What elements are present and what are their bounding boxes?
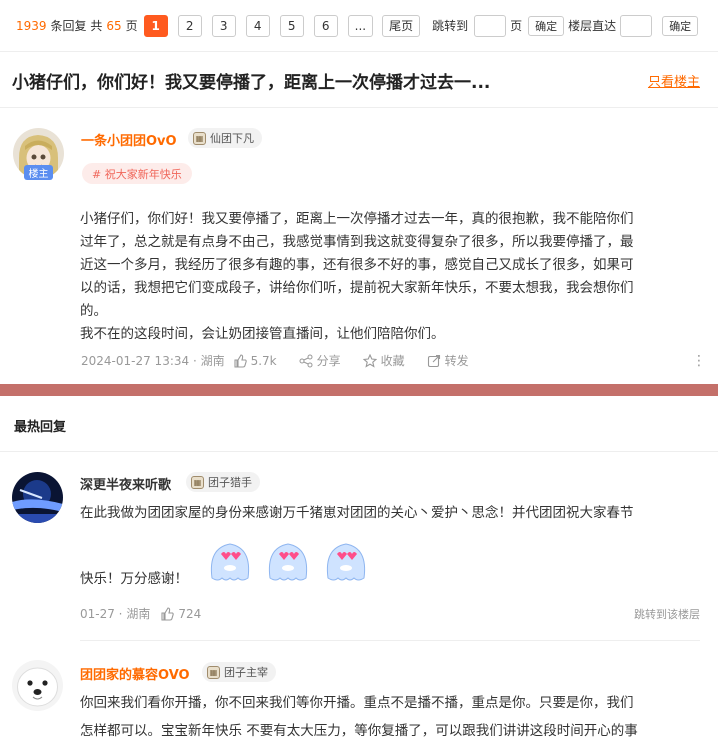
thread-header: 小猪仔们，你们好！我又要停播了，距离上一次停播才过去一... 只看楼主: [0, 52, 718, 108]
page-4-button[interactable]: 4: [245, 14, 270, 37]
favorite-label: 收藏: [380, 354, 405, 368]
repost-button[interactable]: 转发: [427, 352, 469, 369]
body-line: 我不在的这段时间，会让奶团接管直播间，让他们陪陪你们。: [80, 326, 445, 342]
jump-page-input[interactable]: [474, 14, 507, 37]
page-1-button[interactable]: 1: [143, 14, 168, 37]
page-ellipsis-button[interactable]: ...: [347, 14, 374, 37]
reply-title-badge-label: 团子主宰: [224, 666, 268, 679]
op-title-badge-label: 仙团下凡: [210, 132, 254, 145]
total-pages: 65: [106, 18, 122, 33]
hot-replies-title: 最热回复: [14, 420, 67, 435]
share-label: 分享: [316, 354, 341, 368]
more-options-icon[interactable]: ⋮: [692, 353, 706, 369]
thread-title: 小猪仔们，你们好！我又要停播了，距离上一次停播才过去一...: [12, 73, 491, 93]
hot-replies-header: 最热回复: [0, 396, 718, 452]
reply-like-button[interactable]: 724: [160, 607, 201, 621]
body-line: 小猪仔们，你们好！我又要停播了，距离上一次停播才过去一年，真的很抱歉，我不能陪你…: [80, 211, 634, 227]
op-badge: 楼主: [24, 165, 53, 180]
heart-eyes-ghost-sticker: [326, 543, 366, 581]
page-2-button[interactable]: 2: [177, 14, 202, 37]
share-button[interactable]: 分享: [299, 352, 341, 369]
reply-body-line: 怎样都可以。宝宝新年快乐 不要有太大压力，等你复播了，可以跟我们讲讲这段时间开心…: [80, 723, 638, 739]
repost-label: 转发: [444, 354, 469, 368]
floor-direct-label: 楼层直达: [568, 19, 617, 33]
reply-avatar[interactable]: [12, 472, 63, 523]
floor-input[interactable]: [620, 14, 653, 37]
floor-confirm-button[interactable]: 确定: [662, 15, 699, 36]
like-button[interactable]: 5.7k: [233, 354, 277, 368]
reply-body-line: 在此我做为团团家屋的身份来感谢万千猪崽对团团的关心丶爱护丶思念！并代团团祝大家春…: [80, 505, 634, 521]
pages-label: 页: [125, 19, 138, 33]
favorite-button[interactable]: 收藏: [362, 352, 405, 369]
section-divider: [0, 384, 718, 396]
op-username[interactable]: 一条小团团OvO: [81, 130, 177, 149]
topic-tag[interactable]: # 祝大家新年快乐: [82, 163, 192, 184]
reply-title-badge-label: 团子猎手: [208, 476, 252, 489]
body-line: 以的话，我想把它们变成段子，讲给你们听，提前祝大家新年快乐，不要太想我，我会想你…: [80, 280, 634, 296]
star-icon: [362, 353, 377, 368]
replies-label: 条回复 共: [50, 19, 103, 33]
thumbs-up-icon: [234, 353, 247, 368]
heart-eyes-ghost-sticker: [210, 543, 250, 581]
main-post-meta: 2024-01-27 13:34 · 湖南 5.7k 分享 收藏 转发: [81, 352, 469, 369]
reply-emoji-row: [204, 538, 374, 584]
reply-meta: 01-27 · 湖南 724: [80, 605, 201, 622]
reply-body-line: 快乐！万分感谢！: [80, 571, 188, 587]
reply-body-line: 你回来我们看你开播，你不回来我们等你开播。重点不是播不播，重点是你。只要是你，我…: [80, 695, 634, 711]
body-line: 的。: [80, 303, 107, 319]
badge-icon: ▦: [207, 665, 220, 679]
reply-avatar[interactable]: [12, 660, 63, 711]
heart-eyes-ghost-sticker: [268, 543, 308, 581]
page-6-button[interactable]: 6: [313, 14, 338, 37]
reply-username[interactable]: 团团家的慕容OVO: [80, 664, 190, 683]
reply-separator: [80, 640, 700, 641]
reply-title-badge: ▦ 团子猎手: [186, 472, 260, 492]
reply-timestamp: 01-27 · 湖南: [80, 607, 151, 621]
jump-label: 跳转到: [432, 19, 469, 33]
body-line: 近这一个多月，我经历了很多有趣的事，还有很多不好的事，感觉自己又成长了很多，如果…: [80, 257, 634, 273]
reply-title-badge: ▦ 团子主宰: [202, 662, 276, 682]
badge-icon: ▦: [193, 131, 206, 145]
op-title-badge: ▦ 仙团下凡: [188, 128, 262, 148]
reply-username[interactable]: 深更半夜来听歌: [80, 474, 171, 493]
like-count: 5.7k: [250, 353, 277, 368]
main-post-body: 小猪仔们，你们好！我又要停播了，距离上一次停播才过去一年，真的很抱歉，我不能陪你…: [80, 208, 634, 346]
thumbs-up-icon: [161, 606, 175, 621]
share-icon: [299, 354, 313, 367]
pagination-bar: 1939 条回复 共 65 页 1 2 3 4 5 6 ... 尾页 跳转到 页…: [0, 0, 718, 52]
page-5-button[interactable]: 5: [279, 14, 304, 37]
total-replies: 1939: [16, 18, 47, 33]
page-3-button[interactable]: 3: [211, 14, 236, 37]
body-line: 过年了，总之就是有点身不由己，我感觉事情到我这就变得复杂了很多，所以我要停播了，…: [80, 234, 634, 250]
badge-icon: ▦: [191, 475, 204, 489]
page-unit-label: 页: [510, 19, 523, 33]
repost-icon: [427, 354, 440, 367]
reply-like-count: 724: [178, 606, 202, 621]
last-page-button[interactable]: 尾页: [382, 14, 421, 37]
post-timestamp: 2024-01-27 13:34 · 湖南: [81, 354, 225, 368]
jump-confirm-button[interactable]: 确定: [528, 15, 565, 36]
only-op-link[interactable]: 只看楼主: [648, 71, 700, 90]
jump-to-floor-link[interactable]: 跳转到该楼层: [634, 606, 700, 622]
